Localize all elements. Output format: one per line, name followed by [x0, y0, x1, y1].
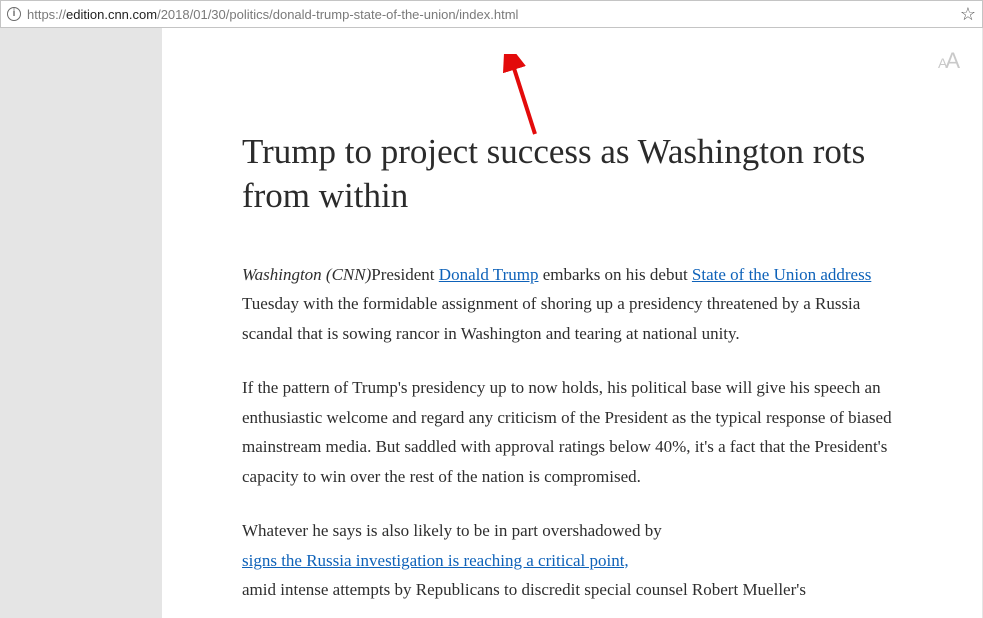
reader-view-card: AA Trump to project success as Washingto…: [162, 28, 982, 618]
browser-address-bar[interactable]: i https://edition.cnn.com/2018/01/30/pol…: [0, 0, 983, 28]
article-body: Washington (CNN)President Donald Trump e…: [242, 260, 922, 606]
url-host: edition.cnn.com: [66, 7, 157, 22]
article-paragraph: Whatever he says is also likely to be in…: [242, 516, 902, 605]
link-russia-investigation[interactable]: signs the Russia investigation is reachi…: [242, 551, 629, 570]
link-sotu-address[interactable]: State of the Union address: [692, 265, 871, 284]
site-info-icon[interactable]: i: [7, 7, 21, 21]
article-paragraph: Washington (CNN)President Donald Trump e…: [242, 260, 902, 349]
page-background: AA Trump to project success as Washingto…: [0, 28, 983, 618]
font-big-icon: A: [945, 48, 958, 73]
article-paragraph: If the pattern of Trump's presidency up …: [242, 373, 902, 492]
byline-location: Washington (CNN): [242, 265, 371, 284]
bookmark-star-icon[interactable]: ☆: [960, 4, 976, 25]
url-scheme: https://: [27, 7, 66, 22]
url-path: /2018/01/30/politics/donald-trump-state-…: [157, 7, 518, 22]
article-headline: Trump to project success as Washington r…: [242, 130, 902, 218]
link-donald-trump[interactable]: Donald Trump: [439, 265, 539, 284]
font-size-toggle[interactable]: AA: [938, 48, 958, 74]
url-display: https://edition.cnn.com/2018/01/30/polit…: [27, 7, 952, 22]
